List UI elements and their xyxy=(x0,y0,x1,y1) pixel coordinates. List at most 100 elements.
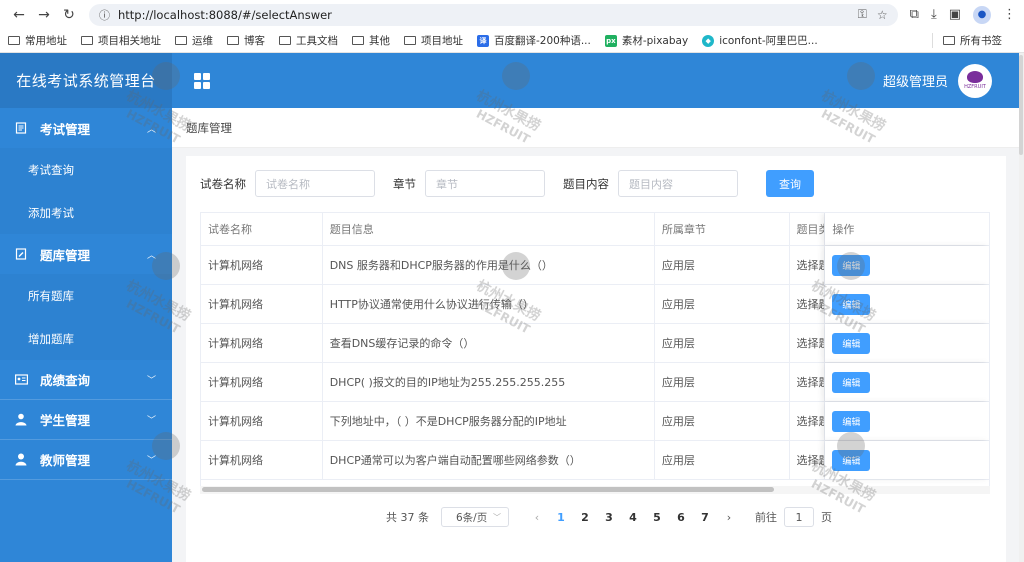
page-number[interactable]: 3 xyxy=(597,511,621,524)
sidebar-item-all-questions[interactable]: 所有题库 xyxy=(0,274,172,317)
forward-icon[interactable]: → xyxy=(33,4,55,26)
site-info-icon[interactable]: ⓘ xyxy=(99,7,110,23)
edit-button[interactable]: 编辑 xyxy=(832,254,871,276)
column-header: 试卷名称 xyxy=(201,213,323,245)
cell-type: 选择题 xyxy=(790,402,826,440)
cell-type: 选择题 xyxy=(790,441,826,479)
reload-icon[interactable]: ↻ xyxy=(58,4,80,26)
prev-page-icon[interactable]: ‹ xyxy=(525,511,549,524)
url-text: http://localhost:8088/#/selectAnswer xyxy=(118,7,332,22)
question-table: 试卷名称 题目信息 所属章节 题目类 操作 计算机网络 DNS 服务器和DHCP… xyxy=(200,212,990,488)
browser-toolbar: ← → ↻ ⓘ http://localhost:8088/#/selectAn… xyxy=(0,0,1024,29)
edit-button[interactable]: 编辑 xyxy=(832,449,871,471)
page-number[interactable]: 4 xyxy=(621,511,645,524)
back-icon[interactable]: ← xyxy=(8,4,30,26)
scrollbar-thumb[interactable] xyxy=(1019,55,1023,155)
bookmark-folder[interactable]: 常用地址 xyxy=(8,33,67,48)
page-size-select[interactable]: 6条/页 ﹀ xyxy=(441,507,509,527)
sidebar-item-exam-query[interactable]: 考试查询 xyxy=(0,148,172,191)
page-number[interactable]: 2 xyxy=(573,511,597,524)
table-row: 计算机网络 DNS 服务器和DHCP服务器的作用是什么（） 应用层 选择题 编辑 xyxy=(201,246,989,285)
scrollbar-thumb[interactable] xyxy=(202,487,774,492)
cell-paper: 计算机网络 xyxy=(201,441,323,479)
bookmark-link[interactable]: px 素材-pixabay xyxy=(604,33,688,48)
edit-button[interactable]: 编辑 xyxy=(832,410,871,432)
edit-button[interactable]: 编辑 xyxy=(832,371,871,393)
goto-suffix: 页 xyxy=(821,511,832,524)
cell-actions: 编辑 xyxy=(825,324,989,362)
cell-question: 下列地址中，（ ）不是DHCP服务器分配的IP地址 xyxy=(323,402,655,440)
cell-type: 选择题 xyxy=(790,363,826,401)
column-header: 题目信息 xyxy=(323,213,655,245)
bookmark-folder[interactable]: 项目地址 xyxy=(404,33,463,48)
bookmark-folder[interactable]: 博客 xyxy=(227,33,265,48)
chevron-down-icon: ﹀ xyxy=(146,456,156,466)
goto-label: 前往 xyxy=(755,511,777,524)
sidebar-group-exam[interactable]: 考试管理 ︿ xyxy=(0,108,172,148)
user-menu[interactable]: 超级管理员 HZFRUIT xyxy=(882,63,992,98)
total-count: 共 37 条 xyxy=(386,511,429,524)
page-size-value: 6条/页 xyxy=(456,511,488,524)
content-input[interactable]: 题目内容 xyxy=(618,170,738,197)
next-page-icon[interactable]: › xyxy=(717,511,741,524)
sidebar-item-add-question[interactable]: 增加题库 xyxy=(0,317,172,360)
cell-section: 应用层 xyxy=(655,324,790,362)
page-number[interactable]: 1 xyxy=(549,511,573,524)
horizontal-scrollbar[interactable] xyxy=(200,486,990,494)
page-number[interactable]: 5 xyxy=(645,511,669,524)
cell-question: DHCP( )报文的目的IP地址为255.255.255.255 xyxy=(323,363,655,401)
menu-icon[interactable]: ⋮ xyxy=(1003,7,1016,22)
download-icon[interactable]: ⤓ xyxy=(931,7,937,22)
menu-toggle-icon[interactable] xyxy=(194,72,210,89)
folder-icon xyxy=(81,36,93,45)
bookmark-folder[interactable]: 其他 xyxy=(352,33,390,48)
sidebar-group-students[interactable]: 学生管理 ﹀ xyxy=(0,400,172,440)
section-input[interactable]: 章节 xyxy=(425,170,545,197)
page-number[interactable]: 6 xyxy=(669,511,693,524)
pagination: 共 37 条 6条/页 ﹀ ‹ 1 2 3 4 5 6 7 › 前往 1 页 xyxy=(386,507,832,527)
avatar[interactable]: HZFRUIT xyxy=(958,63,992,98)
section-label: 章节 xyxy=(393,176,416,191)
student-icon xyxy=(14,413,28,427)
address-bar[interactable]: ⓘ http://localhost:8088/#/selectAnswer ⚿… xyxy=(89,3,898,26)
page-scrollbar[interactable] xyxy=(1019,53,1024,562)
sidebar-group-label: 教师管理 xyxy=(40,453,91,468)
sidepanel-icon[interactable]: ▣ xyxy=(949,7,961,22)
paper-name-input[interactable]: 试卷名称 xyxy=(255,170,375,197)
sidebar-item-add-exam[interactable]: 添加考试 xyxy=(0,191,172,234)
cell-paper: 计算机网络 xyxy=(201,363,323,401)
bookmark-folder[interactable]: 工具文档 xyxy=(279,33,338,48)
table-row: 计算机网络 HTTP协议通常使用什么协议进行传输（） 应用层 选择题 编辑 xyxy=(201,285,989,324)
cell-section: 应用层 xyxy=(655,246,790,284)
table-header: 试卷名称 题目信息 所属章节 题目类 操作 xyxy=(201,213,989,246)
edit-button[interactable]: 编辑 xyxy=(832,332,871,354)
goto-page-input[interactable]: 1 xyxy=(784,507,814,527)
document-icon xyxy=(14,121,28,135)
sidebar-group-question-bank[interactable]: 题库管理 ︿ xyxy=(0,234,172,274)
sidebar-group-label: 学生管理 xyxy=(40,413,91,428)
bookmark-link[interactable]: ◆ iconfont-阿里巴巴... xyxy=(702,33,818,48)
folder-icon xyxy=(8,36,20,45)
all-bookmarks[interactable]: 所有书签 xyxy=(932,33,1002,48)
user-icon xyxy=(14,453,28,467)
table-row: 计算机网络 下列地址中，（ ）不是DHCP服务器分配的IP地址 应用层 选择题 … xyxy=(201,402,989,441)
user-name: 超级管理员 xyxy=(882,75,948,90)
cell-question: DNS 服务器和DHCP服务器的作用是什么（） xyxy=(323,246,655,284)
cell-section: 应用层 xyxy=(655,285,790,323)
bookmark-link[interactable]: 译百度翻译-200种语... xyxy=(477,33,591,48)
sidebar-group-label: 成绩查询 xyxy=(40,373,91,388)
cell-actions: 编辑 xyxy=(825,246,989,284)
key-icon[interactable]: ⚿ xyxy=(858,7,867,22)
sidebar-group-teachers[interactable]: 教师管理 ﹀ xyxy=(0,440,172,480)
bookmark-folder[interactable]: 运维 xyxy=(175,33,213,48)
query-button[interactable]: 查询 xyxy=(766,170,814,197)
profile-icon[interactable]: ● xyxy=(973,5,991,24)
bookmark-folder[interactable]: 项目相关地址 xyxy=(81,33,161,48)
extensions-icon[interactable]: ⧉ xyxy=(910,7,919,22)
star-icon[interactable]: ☆ xyxy=(877,8,888,22)
folder-icon xyxy=(279,36,291,45)
sidebar-group-scores[interactable]: 成绩查询 ﹀ xyxy=(0,360,172,400)
edit-button[interactable]: 编辑 xyxy=(832,293,871,315)
page-number[interactable]: 7 xyxy=(693,511,717,524)
iconfont-favicon-icon: ◆ xyxy=(702,34,715,47)
